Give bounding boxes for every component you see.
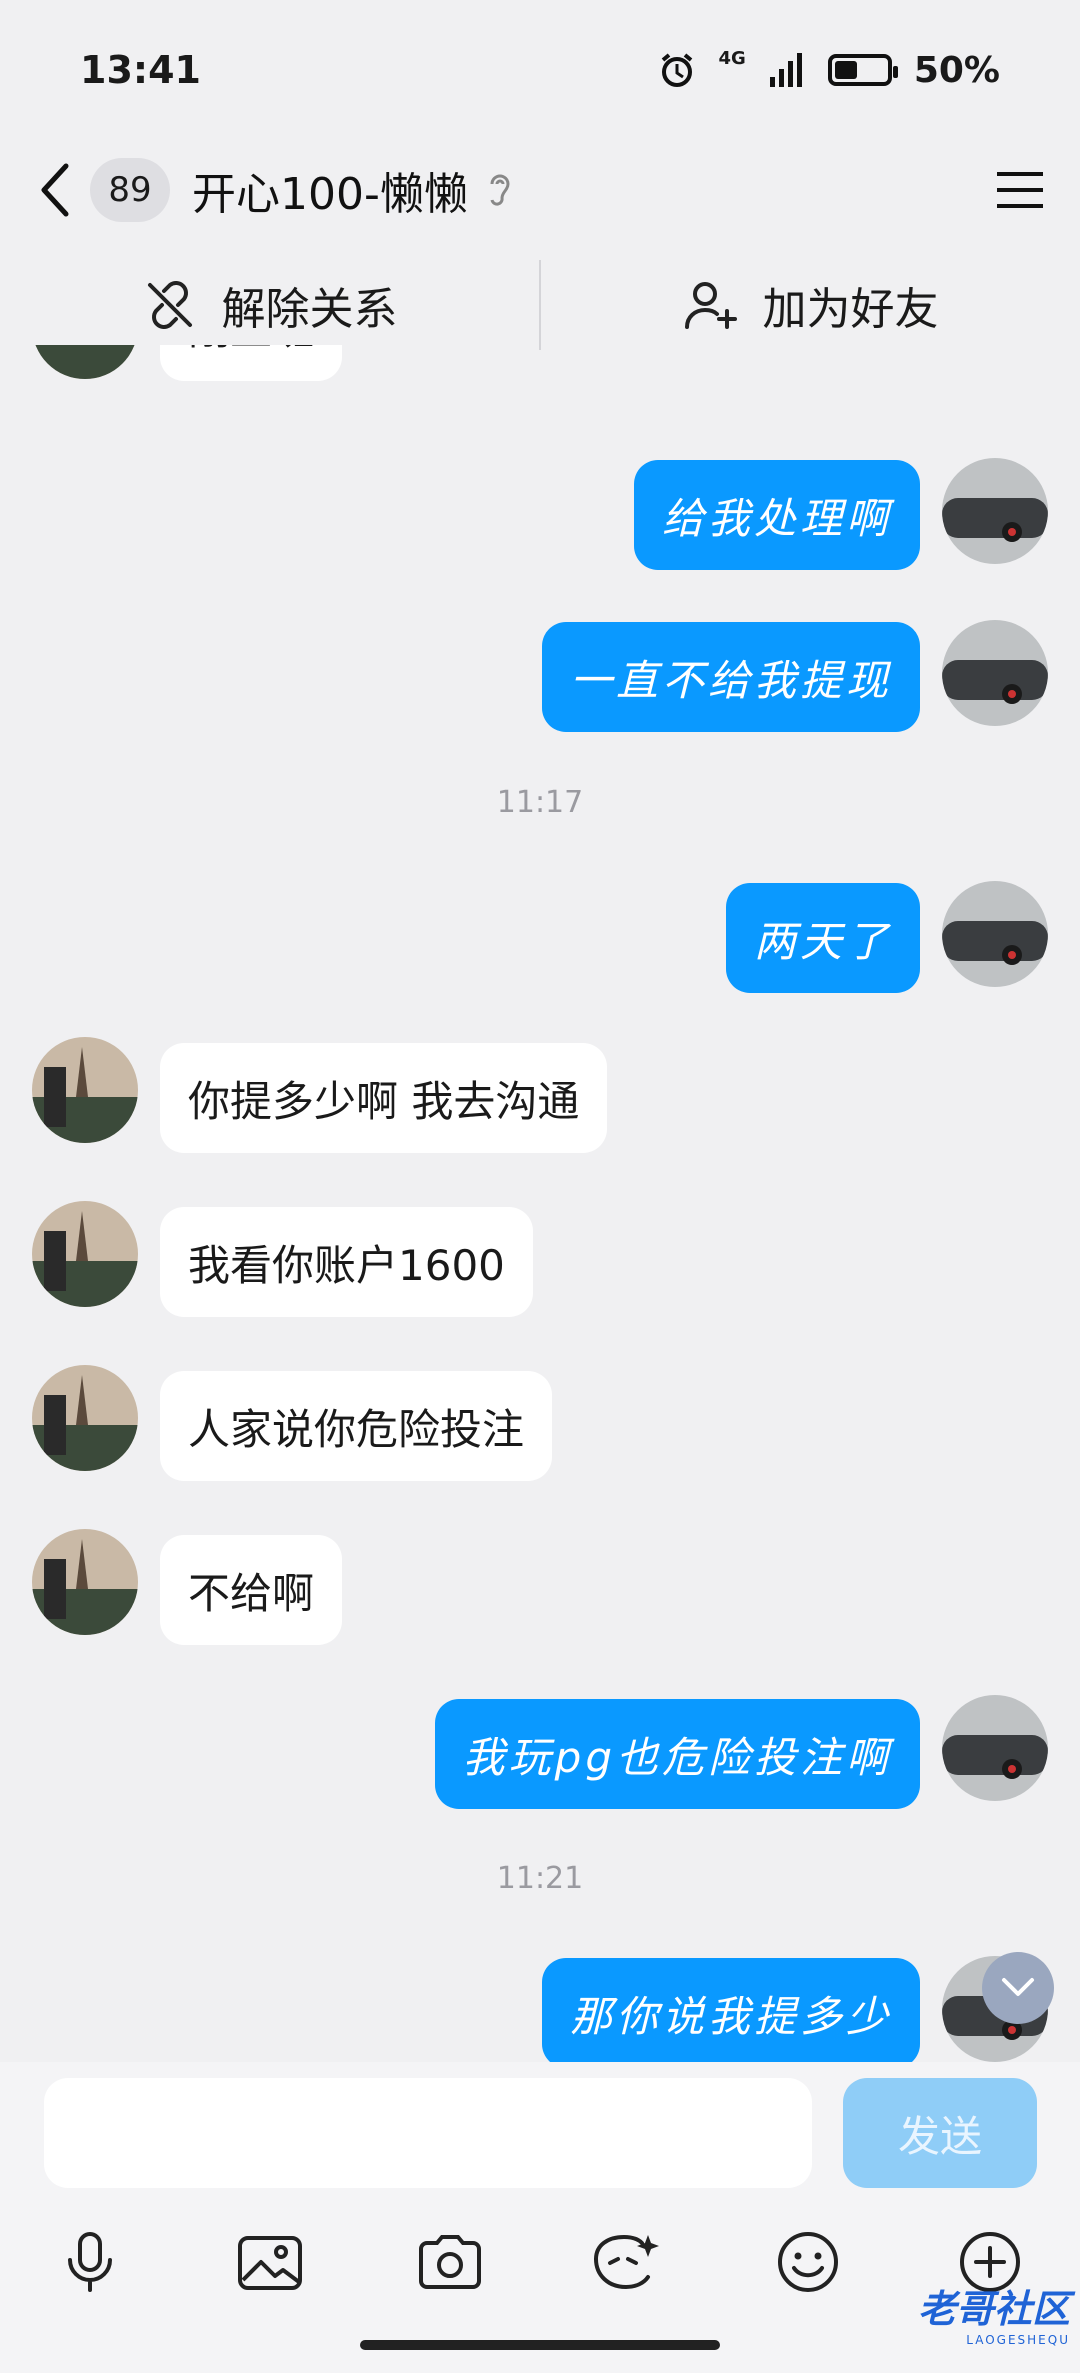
message-bubble-outgoing[interactable]: 那你说我提多少 — [541, 1958, 920, 2062]
voice-button[interactable] — [50, 2222, 130, 2302]
unread-badge: 89 — [90, 158, 170, 222]
image-icon — [238, 2236, 302, 2290]
unbind-label: 解除关系 — [221, 284, 398, 335]
unbind-button[interactable]: 解除关系 — [0, 273, 539, 337]
contact-avatar[interactable] — [32, 1037, 138, 1143]
chat-header: 89 开心100-懒懒 — [0, 140, 1080, 240]
chat-title: 开心100-懒懒 — [192, 169, 468, 220]
message-bubble-incoming[interactable]: 你提多少啊 我去沟通 — [160, 1043, 608, 1153]
scroll-to-bottom-button[interactable] — [982, 1952, 1054, 2024]
message-list[interactable]: 刚上班 给我处理啊 一直不给我提现 11:17 两天了 你提多少啊 我去沟通 — [0, 345, 1080, 2062]
chevron-down-icon — [1002, 1978, 1034, 1996]
ear-icon — [490, 174, 510, 206]
message-bubble-outgoing[interactable]: 给我处理啊 — [633, 460, 920, 570]
status-bar: 13:41 4G 50% — [0, 0, 1080, 140]
watermark-text: 老哥社区 — [917, 2286, 1070, 2331]
message-input[interactable] — [44, 2078, 812, 2188]
my-avatar[interactable] — [942, 1695, 1048, 1801]
contact-avatar[interactable] — [32, 1201, 138, 1307]
sticker-button[interactable] — [585, 2222, 665, 2302]
relation-actions: 解除关系 加为好友 — [0, 255, 1080, 355]
alarm-icon — [661, 53, 692, 87]
hamburger-icon — [997, 172, 1043, 208]
add-friend-label: 加为好友 — [762, 284, 939, 335]
microphone-icon — [68, 2232, 112, 2292]
network-label: 4G — [718, 47, 746, 69]
contact-avatar[interactable] — [32, 345, 138, 379]
message-bubble-incoming[interactable]: 刚上班 — [160, 345, 343, 381]
camera-button[interactable] — [410, 2222, 490, 2302]
message-bubble-outgoing[interactable]: 两天了 — [725, 883, 920, 993]
battery-percent: 50% — [913, 49, 1000, 91]
timestamp: 11:17 — [496, 785, 584, 820]
add-friend-button[interactable]: 加为好友 — [541, 273, 1080, 337]
send-button[interactable]: 发送 — [843, 2078, 1037, 2188]
watermark-logo: 老哥社区 LAOGESHEQU — [840, 2272, 1070, 2352]
message-bubble-incoming[interactable]: 人家说你危险投注 — [160, 1371, 553, 1481]
timestamp: 11:21 — [496, 1861, 584, 1896]
battery-icon — [827, 54, 898, 86]
contact-avatar[interactable] — [32, 1529, 138, 1635]
chevron-left-icon — [41, 163, 69, 217]
signal-icon — [769, 53, 802, 87]
back-button[interactable] — [30, 155, 80, 225]
contact-avatar[interactable] — [32, 1365, 138, 1471]
message-bubble-incoming[interactable]: 我看你账户1600 — [160, 1207, 533, 1317]
emoji-icon — [778, 2232, 838, 2292]
sticker-icon — [594, 2234, 659, 2290]
camera-icon — [419, 2235, 481, 2289]
watermark-subtext: LAOGESHEQU — [966, 2332, 1070, 2347]
message-bubble-outgoing[interactable]: 我玩pg也危险投注啊 — [434, 1699, 920, 1809]
message-bubble-incoming[interactable]: 不给啊 — [160, 1535, 343, 1645]
my-avatar[interactable] — [942, 458, 1048, 564]
unlink-icon — [147, 281, 192, 329]
add-user-icon — [684, 282, 737, 329]
emoji-button[interactable] — [768, 2222, 848, 2302]
my-avatar[interactable] — [942, 881, 1048, 987]
status-icons: 4G 50% — [657, 47, 1000, 91]
status-time: 13:41 — [80, 48, 201, 92]
my-avatar[interactable] — [942, 620, 1048, 726]
menu-button[interactable] — [990, 160, 1050, 220]
home-indicator[interactable] — [360, 2340, 720, 2350]
gallery-button[interactable] — [230, 2222, 310, 2302]
message-bubble-outgoing[interactable]: 一直不给我提现 — [541, 622, 920, 732]
